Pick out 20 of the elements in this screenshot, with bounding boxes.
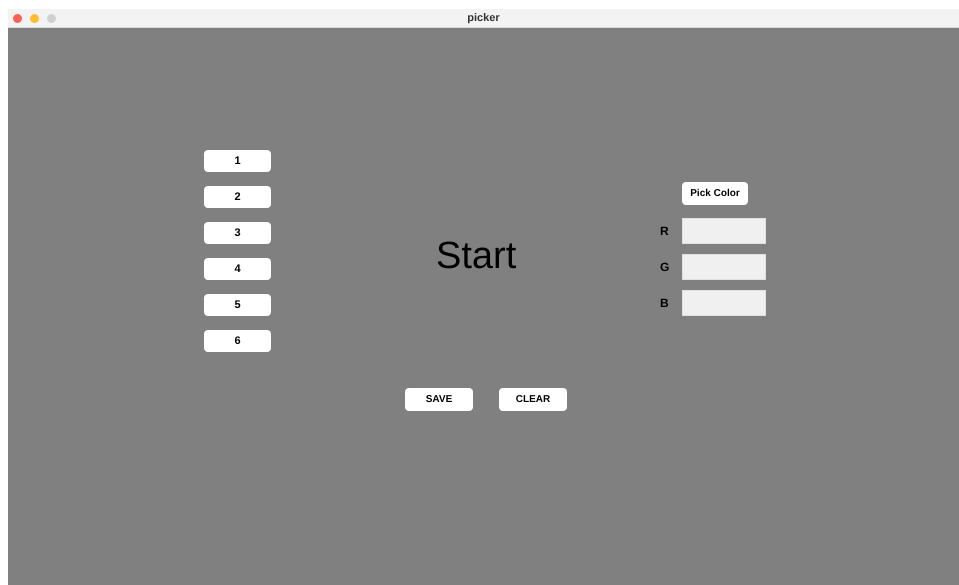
number-button[interactable]: 1 <box>204 150 271 172</box>
number-button[interactable]: 3 <box>204 222 271 244</box>
zoom-icon[interactable] <box>47 14 56 23</box>
number-button[interactable]: 6 <box>204 330 271 352</box>
number-button[interactable]: 2 <box>204 186 271 208</box>
pick-color-button[interactable]: Pick Color <box>682 182 748 205</box>
number-button[interactable]: 4 <box>204 258 271 280</box>
channel-label: R <box>660 223 670 240</box>
close-icon[interactable] <box>13 14 22 23</box>
input-field[interactable] <box>682 290 766 316</box>
save-button[interactable]: SAVE <box>405 388 473 411</box>
number-button[interactable]: 5 <box>204 294 271 316</box>
clear-button[interactable]: CLEAR <box>499 388 567 411</box>
window-title: picker <box>467 10 500 26</box>
minimize-icon[interactable] <box>30 14 39 23</box>
input-field[interactable] <box>682 218 766 244</box>
channel-label: B <box>660 295 670 312</box>
heading: Start <box>436 234 516 279</box>
input-field[interactable] <box>682 254 766 280</box>
channel-label: G <box>660 259 670 276</box>
